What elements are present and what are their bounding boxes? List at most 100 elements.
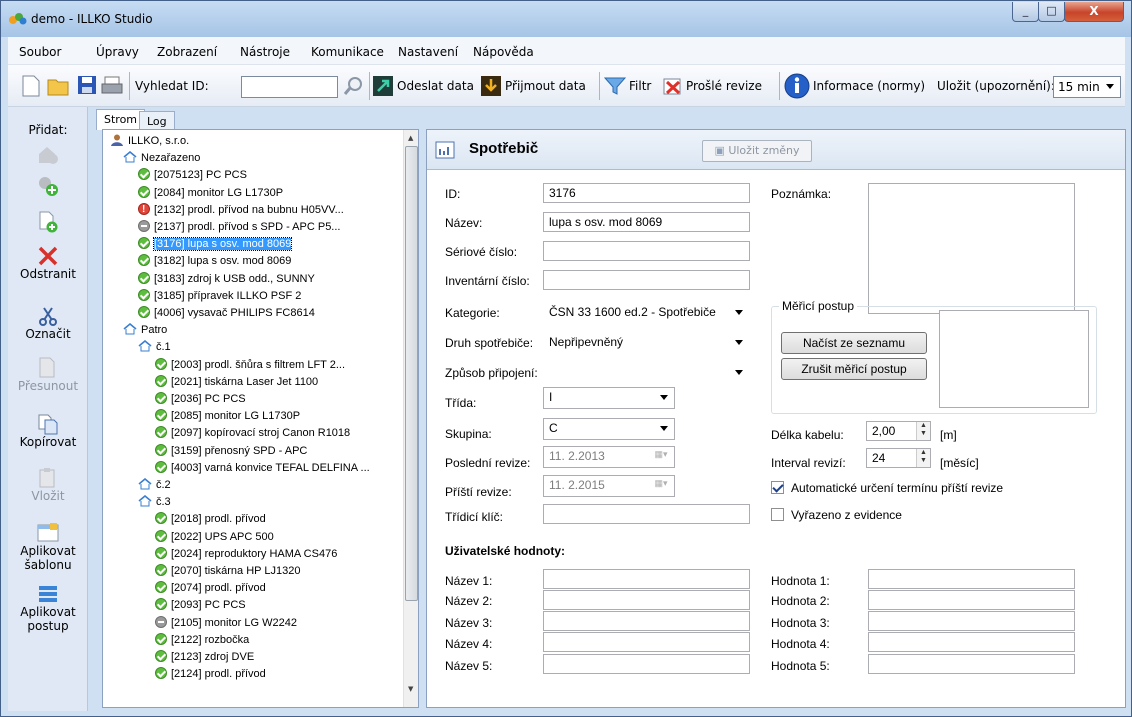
group-select[interactable]: C xyxy=(543,418,675,440)
tree-item[interactable]: Nezařazeno xyxy=(123,151,200,166)
tree-item[interactable]: [2021] tiskárna Laser Jet 1100 xyxy=(155,374,318,390)
user-value-1-field[interactable] xyxy=(868,569,1075,589)
tree-item[interactable]: [2074] prodl. přívod xyxy=(155,581,266,596)
tree-item[interactable]: č.3 xyxy=(138,495,171,510)
auto-next-revision-checkbox[interactable] xyxy=(771,481,784,494)
new-file-icon[interactable] xyxy=(22,75,40,97)
tree-item[interactable]: [2105] monitor LG W2242 xyxy=(155,615,297,631)
open-folder-icon[interactable] xyxy=(47,76,71,96)
user-name-4-field[interactable] xyxy=(543,632,750,652)
tree-item[interactable]: [2070] tiskárna HP LJ1320 xyxy=(155,564,300,579)
tree-item[interactable]: [3185] přípravek ILLKO PSF 2 xyxy=(138,288,301,304)
menu-nastaveni[interactable]: Nastavení xyxy=(398,45,458,59)
menu-upravy[interactable]: Úpravy xyxy=(96,45,139,59)
tree-item[interactable]: [2132] prodl. přívod na bubnu H05VV... xyxy=(138,202,344,218)
info-standards-button[interactable]: Informace (normy) xyxy=(784,73,932,99)
maximize-button[interactable]: □ xyxy=(1038,2,1065,22)
apply-template-button[interactable]: Aplikovat šablonu xyxy=(8,522,88,572)
cancel-procedure-button[interactable]: Zrušit měřicí postup xyxy=(781,358,927,380)
tree-item[interactable]: [2097] kopírovací stroj Canon R1018 xyxy=(155,426,350,441)
type-select[interactable]: Nepřipevněný xyxy=(543,332,750,352)
tree-scrollbar-thumb[interactable] xyxy=(405,146,418,601)
mark-button[interactable]: Označit xyxy=(8,305,88,341)
user-name-2-field[interactable] xyxy=(543,590,750,610)
print-icon[interactable] xyxy=(101,75,123,97)
add-device-button[interactable] xyxy=(8,175,88,197)
save-changes-button[interactable]: ▣ Uložit změny xyxy=(702,140,812,162)
move-button[interactable]: Přesunout xyxy=(8,357,88,393)
tree-item[interactable]: [2024] reproduktory HAMA CS476 xyxy=(155,546,337,562)
tree-item[interactable]: [2124] prodl. přívod xyxy=(155,667,266,682)
close-button[interactable]: X xyxy=(1064,2,1124,22)
tree-item[interactable]: č.2 xyxy=(138,478,171,493)
add-document-button[interactable] xyxy=(8,211,88,233)
user-value-4-field[interactable] xyxy=(868,632,1075,652)
send-data-button[interactable]: Odeslat data xyxy=(373,75,475,99)
tree-item[interactable]: [4006] vysavač PHILIPS FC8614 xyxy=(138,306,315,321)
tree-item[interactable]: Patro xyxy=(123,323,167,338)
scroll-up-arrow-icon[interactable]: ▲ xyxy=(408,134,413,142)
serial-field[interactable] xyxy=(543,241,750,261)
calendar-dropdown-icon[interactable]: ▦▾ xyxy=(650,449,672,463)
menu-soubor[interactable]: Soubor xyxy=(19,45,61,59)
sort-key-field[interactable] xyxy=(543,504,750,524)
minimize-button[interactable]: _ xyxy=(1012,2,1039,22)
search-icon[interactable] xyxy=(343,76,363,96)
receive-data-button[interactable]: Přijmout data xyxy=(481,75,591,99)
tree-scrollbar[interactable]: ▲ ▼ xyxy=(403,130,418,707)
tab-strom[interactable]: Strom xyxy=(96,109,146,130)
save-icon[interactable] xyxy=(77,75,97,95)
user-value-5-field[interactable] xyxy=(868,654,1075,674)
filter-button[interactable]: Filtr xyxy=(604,75,658,99)
tree-item[interactable]: [2036] PC PCS xyxy=(155,392,246,407)
paste-button[interactable]: Vložit xyxy=(8,467,88,503)
user-name-1-field[interactable] xyxy=(543,569,750,589)
inventory-field[interactable] xyxy=(543,270,750,290)
tree-item[interactable]: [2123] zdroj DVE xyxy=(155,650,254,665)
spin-arrows-icon[interactable]: ▲ ▼ xyxy=(916,449,930,467)
tree-item[interactable]: [3182] lupa s osv. mod 8069 xyxy=(138,254,291,269)
user-value-2-field[interactable] xyxy=(868,590,1075,610)
last-revision-date[interactable]: 11. 2.2013 ▦▾ xyxy=(543,446,675,468)
add-group-button[interactable] xyxy=(8,143,88,165)
search-id-input[interactable] xyxy=(241,76,338,98)
interval-spinner[interactable]: 24 ▲ ▼ xyxy=(866,448,931,468)
tree-item[interactable]: [3159] přenosný SPD - APC xyxy=(155,443,307,459)
copy-button[interactable]: Kopírovat xyxy=(8,413,88,449)
note-field[interactable] xyxy=(868,183,1075,314)
id-field[interactable]: 3176 xyxy=(543,183,750,203)
menu-zobrazeni[interactable]: Zobrazení xyxy=(157,45,217,59)
next-revision-date[interactable]: 11. 2.2015 ▦▾ xyxy=(543,475,675,497)
remove-button[interactable]: Odstranit xyxy=(8,245,88,281)
tree-item[interactable]: ILLKO, s.r.o. xyxy=(110,134,189,149)
menu-nastroje[interactable]: Nástroje xyxy=(240,45,290,59)
class-select[interactable]: I xyxy=(543,387,675,409)
tree-item[interactable]: [2122] rozbočka xyxy=(155,632,249,648)
expired-revisions-button[interactable]: Prošlé revize xyxy=(662,75,774,99)
tree-item[interactable]: [2085] monitor LG L1730P xyxy=(155,409,300,424)
title-bar[interactable]: demo - ILLKO Studio _ □ X xyxy=(1,1,1131,37)
save-interval-select[interactable]: 15 min xyxy=(1053,76,1121,98)
load-from-list-button[interactable]: Načíst ze seznamu xyxy=(781,332,927,354)
user-name-3-field[interactable] xyxy=(543,611,750,631)
cable-length-spinner[interactable]: 2,00 ▲ ▼ xyxy=(866,421,931,441)
tab-log[interactable]: Log xyxy=(139,111,175,130)
tree-item[interactable]: [4003] varná konvice TEFAL DELFINA ... xyxy=(155,460,370,476)
user-name-5-field[interactable] xyxy=(543,654,750,674)
apply-procedure-button[interactable]: Aplikovat postup xyxy=(8,583,88,633)
menu-napoveda[interactable]: Nápověda xyxy=(473,45,534,59)
tree-item[interactable]: [2003] prodl. šňůra s filtrem LFT 2... xyxy=(155,357,345,373)
menu-komunikace[interactable]: Komunikace xyxy=(311,45,384,59)
calendar-dropdown-icon[interactable]: ▦▾ xyxy=(650,478,672,492)
tree-item-selected[interactable]: [3176] lupa s osv. mod 8069 xyxy=(138,237,293,252)
tree-item[interactable]: [2137] prodl. přívod s SPD - APC P5... xyxy=(138,220,340,235)
scroll-down-arrow-icon[interactable]: ▼ xyxy=(408,685,413,693)
tree-item[interactable]: [2022] UPS APC 500 xyxy=(155,529,274,545)
name-field[interactable]: lupa s osv. mod 8069 xyxy=(543,212,750,232)
tree-item[interactable]: [2084] monitor LG L1730P xyxy=(138,185,283,201)
tree-item[interactable]: [2093] PC PCS xyxy=(155,598,246,613)
tree-item[interactable]: [3183] zdroj k USB odd., SUNNY xyxy=(138,271,315,287)
connection-select[interactable] xyxy=(543,362,750,382)
tree-item[interactable]: [2018] prodl. přívod xyxy=(155,512,266,527)
spin-arrows-icon[interactable]: ▲ ▼ xyxy=(916,422,930,440)
